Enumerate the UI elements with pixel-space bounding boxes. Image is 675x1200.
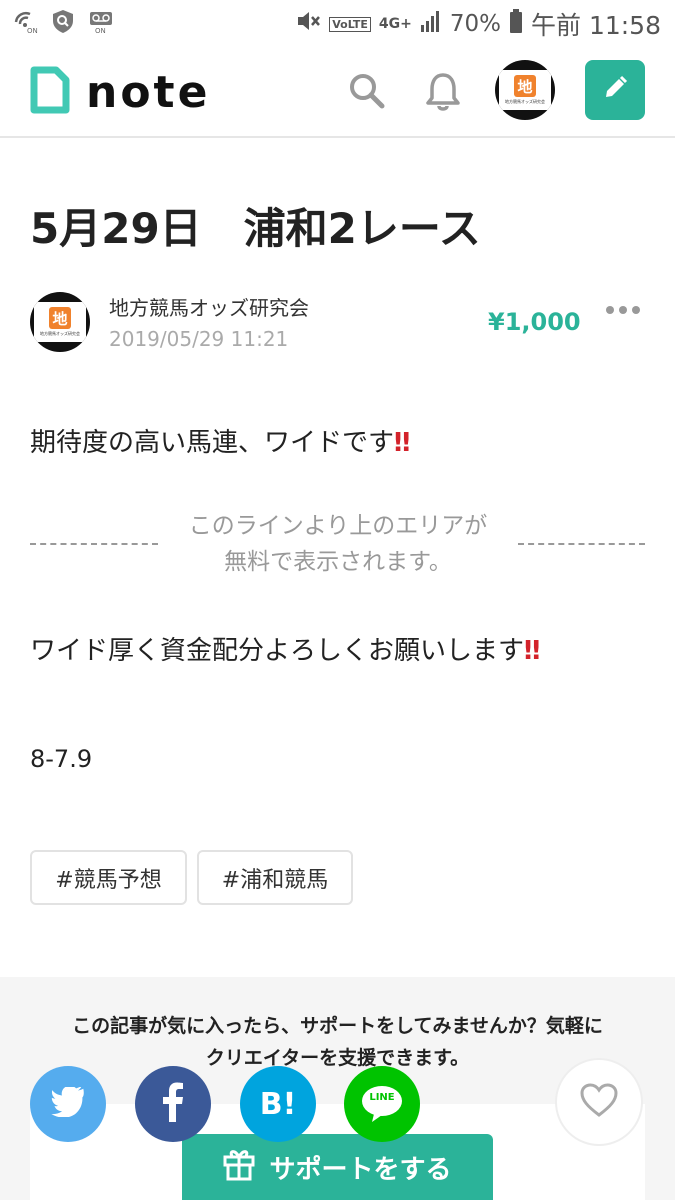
battery-percent: 70% (449, 11, 501, 37)
article-price: ¥1,000 (488, 308, 581, 336)
volte-label: VoLTE (329, 16, 371, 32)
heart-icon (579, 1082, 619, 1122)
double-exclamation-icon: ‼ (524, 636, 540, 666)
hashtag-link[interactable]: #競馬予想 (30, 850, 187, 905)
support-message: この記事が気に入ったら、サポートをしてみませんか？気軽に クリエイターを支援でき… (30, 1010, 645, 1074)
publish-date: 2019/05/29 11:21 (109, 327, 289, 351)
line-share-button[interactable]: LINE (344, 1066, 420, 1142)
user-avatar[interactable]: 地 地方競馬オッズ研究会 (495, 60, 555, 120)
body-text: 期待度の高い馬連、ワイドです (30, 428, 395, 458)
support-button[interactable]: サポートをする (182, 1134, 493, 1200)
paywall-notice-line1: このラインより上のエリアが (188, 513, 488, 539)
paywall-notice-line2: 無料で表示されます。 (224, 549, 452, 575)
hatena-bookmark-icon: B! (259, 1086, 297, 1122)
avatar-caption: 地方競馬オッズ研究会 (505, 99, 545, 104)
support-button-label: サポートをする (269, 1154, 452, 1185)
paywall-divider-right (518, 543, 645, 545)
battery-icon (509, 8, 523, 41)
support-message-line2: クリエイターを支援できます。 (205, 1047, 470, 1069)
facebook-icon (162, 1082, 184, 1126)
pencil-icon (602, 75, 628, 105)
line-icon-label: LINE (369, 1092, 395, 1103)
twitter-share-button[interactable] (30, 1066, 106, 1142)
status-right-icons: VoLTE 4G+ 70% 午前 11:58 (295, 6, 661, 42)
avatar-char: 地 (514, 75, 536, 97)
body-line-3: 8-7.9 (30, 745, 93, 773)
paywall-notice: このラインより上のエリアが 無料で表示されます。 (160, 508, 516, 580)
on-label: ON (27, 27, 38, 34)
body-text: ワイド厚く資金配分よろしくお願いします (30, 636, 525, 666)
article-title: 5月29日 浦和2レース (30, 204, 481, 253)
support-message-line1: この記事が気に入ったら、サポートをしてみませんか？気軽に (72, 1015, 603, 1037)
hatena-bookmark-button[interactable]: B! (240, 1066, 316, 1142)
facebook-share-button[interactable] (135, 1066, 211, 1142)
shield-search-icon (50, 8, 76, 34)
network-label: 4G+ (378, 16, 412, 32)
like-button[interactable] (555, 1058, 643, 1146)
clock: 午前 11:58 (531, 11, 661, 40)
voicemail-icon: ON (88, 8, 114, 34)
avatar-caption: 地方競馬オッズ研究会 (40, 331, 80, 336)
mute-icon (295, 8, 321, 41)
body-line-2: ワイド厚く資金配分よろしくお願いします‼ (30, 630, 540, 667)
avatar-char: 地 (49, 307, 71, 329)
gift-icon (223, 1147, 255, 1188)
author-avatar[interactable]: 地 地方競馬オッズ研究会 (30, 292, 90, 352)
compose-button[interactable] (585, 60, 645, 120)
bell-icon[interactable] (424, 72, 462, 116)
wifi-calling-icon: ON (12, 8, 38, 34)
double-exclamation-icon: ‼ (394, 428, 410, 458)
logo-text: note (86, 66, 211, 118)
body-line-1: 期待度の高い馬連、ワイドです‼ (30, 422, 410, 459)
note-logo[interactable]: note (30, 66, 210, 118)
on-label: ON (95, 27, 106, 34)
line-icon: LINE (360, 1084, 404, 1124)
note-logo-icon (30, 66, 70, 118)
hashtag-link[interactable]: #浦和競馬 (197, 850, 353, 905)
author-name[interactable]: 地方競馬オッズ研究会 (109, 292, 309, 321)
status-left-icons: ON ON (12, 8, 114, 34)
twitter-icon (50, 1085, 86, 1121)
signal-icon (420, 9, 442, 40)
search-icon[interactable] (348, 72, 386, 114)
paywall-divider-left (30, 543, 158, 545)
more-options-icon[interactable] (606, 306, 640, 314)
